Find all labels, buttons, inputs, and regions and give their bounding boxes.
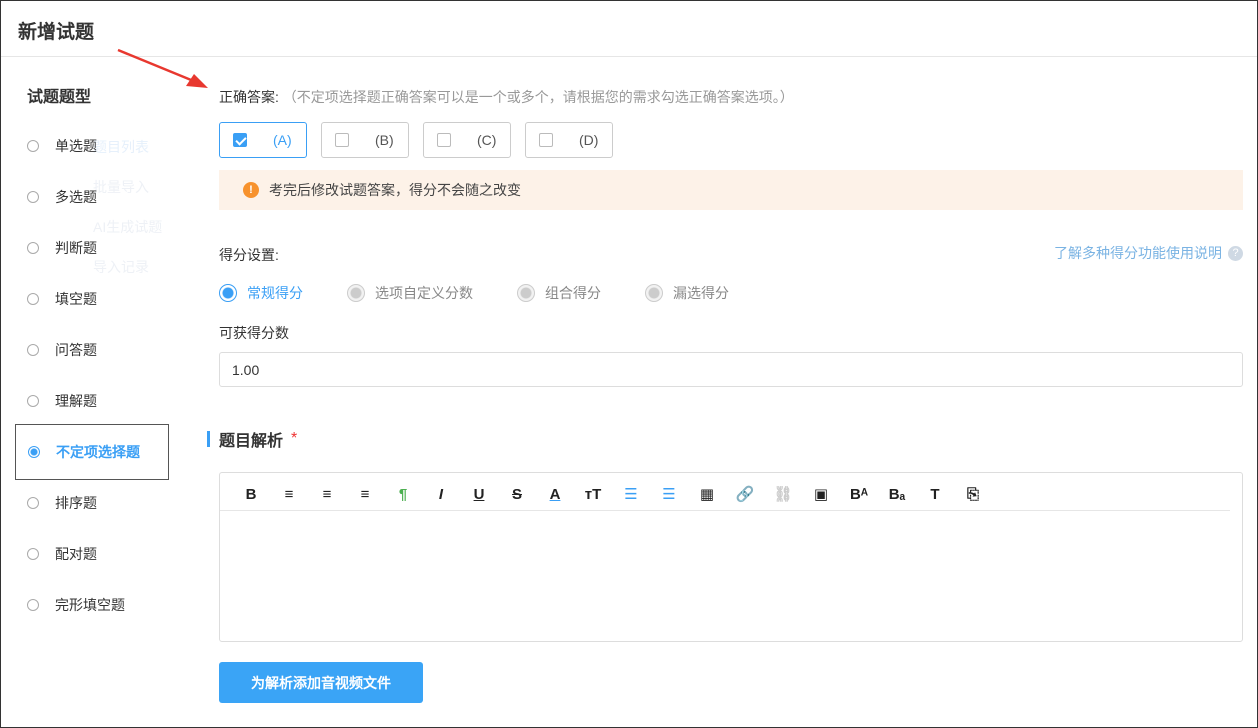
paragraph-icon[interactable]: ¶ bbox=[384, 481, 422, 507]
font-size-icon[interactable]: тT bbox=[574, 481, 612, 507]
scoring-mode-radio[interactable]: 选项自定义分数 bbox=[347, 283, 473, 303]
radio-icon[interactable] bbox=[219, 284, 237, 302]
image-icon[interactable]: ▣ bbox=[802, 481, 840, 507]
italic-icon[interactable]: I bbox=[422, 481, 460, 507]
answer-option[interactable]: (A) bbox=[219, 122, 307, 158]
bold-icon[interactable]: B bbox=[232, 481, 270, 507]
radio-icon[interactable] bbox=[27, 497, 39, 509]
radio-icon[interactable] bbox=[27, 140, 39, 152]
exclamation-icon: ! bbox=[243, 182, 259, 198]
radio-icon[interactable] bbox=[27, 599, 39, 611]
checkbox-icon[interactable] bbox=[437, 133, 451, 147]
strikethrough-icon[interactable]: S bbox=[498, 481, 536, 507]
answer-options: (A) (B) (C) (D) bbox=[219, 122, 613, 158]
score-input[interactable] bbox=[219, 352, 1243, 387]
radio-icon[interactable] bbox=[517, 284, 535, 302]
type-item[interactable]: 完形填空题 bbox=[15, 587, 169, 623]
html-source-icon[interactable]: ⎘ bbox=[954, 481, 992, 507]
underline-icon[interactable]: U bbox=[460, 481, 498, 507]
scoring-modes: 常规得分 选项自定义分数 组合得分 漏选得分 bbox=[219, 283, 773, 303]
radio-icon[interactable] bbox=[27, 293, 39, 305]
radio-icon[interactable] bbox=[28, 446, 40, 458]
sidebar-title: 试题题型 bbox=[27, 89, 92, 106]
scoring-mode-radio[interactable]: 常规得分 bbox=[219, 283, 303, 303]
required-marker: * bbox=[291, 430, 298, 447]
type-item[interactable]: 问答题 bbox=[15, 332, 169, 368]
warning-banner: ! 考完后修改试题答案，得分不会随之改变 bbox=[219, 170, 1243, 210]
checkbox-icon[interactable] bbox=[539, 133, 553, 147]
scoring-mode-radio[interactable]: 组合得分 bbox=[517, 283, 601, 303]
table-icon[interactable]: ▦ bbox=[688, 481, 726, 507]
radio-icon[interactable] bbox=[27, 395, 39, 407]
score-label: 可获得分数 bbox=[219, 325, 289, 341]
subscript-icon[interactable]: Bₐ bbox=[878, 481, 916, 507]
scoring-help-link[interactable]: 了解多种得分功能使用说明? bbox=[1054, 243, 1243, 263]
type-item[interactable]: 单选题 bbox=[15, 128, 169, 164]
unordered-list-icon[interactable]: ☰ bbox=[650, 481, 688, 507]
type-item[interactable]: 判断题 bbox=[15, 230, 169, 266]
question-mark-icon: ? bbox=[1228, 245, 1243, 261]
correct-answer-label: 正确答案: （不定项选择题正确答案可以是一个或多个，请根据您的需求勾选正确答案选… bbox=[219, 89, 794, 105]
align-center-icon[interactable]: ≡ bbox=[308, 481, 346, 507]
add-media-button[interactable]: 为解析添加音视频文件 bbox=[219, 662, 423, 703]
answer-option[interactable]: (C) bbox=[423, 122, 511, 158]
radio-icon[interactable] bbox=[27, 191, 39, 203]
type-item[interactable]: 配对题 bbox=[15, 536, 169, 572]
radio-icon[interactable] bbox=[27, 242, 39, 254]
type-item[interactable]: 不定项选择题 bbox=[15, 424, 169, 480]
answer-hint: （不定项选择题正确答案可以是一个或多个，请根据您的需求勾选正确答案选项。） bbox=[282, 89, 794, 105]
ordered-list-icon[interactable]: ☰ bbox=[612, 481, 650, 507]
link-icon[interactable]: 🔗 bbox=[726, 481, 764, 507]
analysis-editor[interactable]: B ≡ ≡ ≡ ¶ I U S AтT ☰ ☰ ▦ 🔗 ⛓ ▣ Bᴬ Bₐ T ⎘ bbox=[219, 472, 1243, 642]
type-item[interactable]: 多选题 bbox=[15, 179, 169, 215]
radio-icon[interactable] bbox=[27, 548, 39, 560]
align-right-icon[interactable]: ≡ bbox=[346, 481, 384, 507]
type-item[interactable]: 填空题 bbox=[15, 281, 169, 317]
answer-option[interactable]: (D) bbox=[525, 122, 613, 158]
text-box-icon[interactable]: T bbox=[916, 481, 954, 507]
font-color-icon[interactable]: A bbox=[536, 481, 574, 507]
scoring-mode-radio[interactable]: 漏选得分 bbox=[645, 283, 729, 303]
radio-icon[interactable] bbox=[645, 284, 663, 302]
checkbox-icon[interactable] bbox=[233, 133, 247, 147]
answer-option[interactable]: (B) bbox=[321, 122, 409, 158]
radio-icon[interactable] bbox=[27, 344, 39, 356]
radio-icon[interactable] bbox=[347, 284, 365, 302]
align-left-icon[interactable]: ≡ bbox=[270, 481, 308, 507]
type-item[interactable]: 排序题 bbox=[15, 485, 169, 521]
checkbox-icon[interactable] bbox=[335, 133, 349, 147]
analysis-section-title: 题目解析 * bbox=[207, 427, 297, 451]
superscript-icon[interactable]: Bᴬ bbox=[840, 481, 878, 507]
unlink-icon[interactable]: ⛓ bbox=[764, 481, 802, 507]
editor-toolbar: B ≡ ≡ ≡ ¶ I U S AтT ☰ ☰ ▦ 🔗 ⛓ ▣ Bᴬ Bₐ T ⎘ bbox=[220, 473, 1230, 511]
type-item[interactable]: 理解题 bbox=[15, 383, 169, 419]
scoring-label: 得分设置: bbox=[219, 247, 279, 263]
annotation-arrow-icon bbox=[117, 48, 208, 88]
